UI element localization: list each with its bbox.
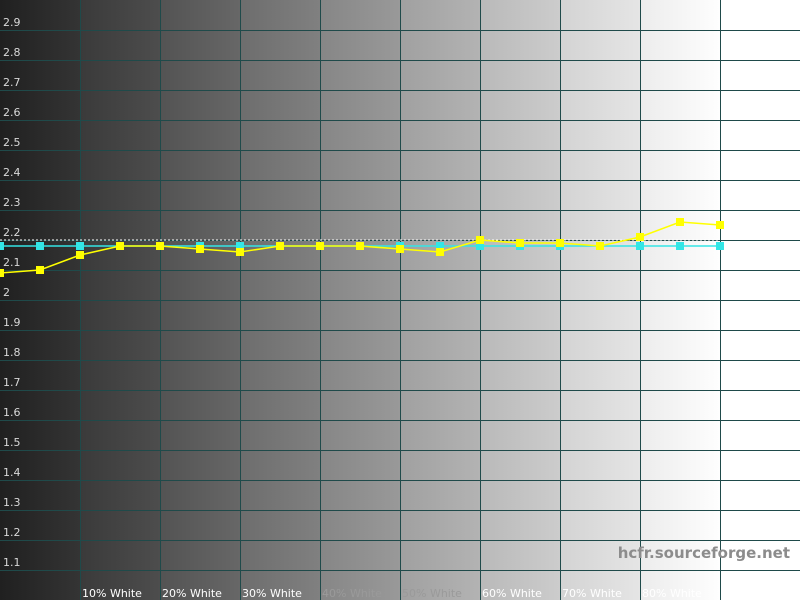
y-tick-label: 2.1 [3, 256, 21, 269]
data-point [436, 248, 444, 256]
y-tick-label: 1.1 [3, 556, 21, 569]
data-point [276, 242, 284, 250]
data-point [116, 242, 124, 250]
data-point [516, 239, 524, 247]
data-point [716, 221, 724, 229]
x-tick-label: 40% White [322, 587, 382, 600]
y-tick-label: 2 [3, 286, 10, 299]
x-tick-label: 10% White [82, 587, 142, 600]
data-point [396, 245, 404, 253]
y-tick-label: 2.4 [3, 166, 21, 179]
gamma-chart: 1.1 1.2 1.3 1.4 1.5 1.6 1.7 1.8 1.9 2 2.1 2.2 2.3 2.4… [0, 0, 800, 600]
x-tick-label: 60% White [482, 587, 542, 600]
data-point [636, 242, 644, 250]
x-tick-label: 80% White [642, 587, 702, 600]
y-tick-label: 1.4 [3, 466, 21, 479]
y-tick-label: 2.7 [3, 76, 21, 89]
data-point [476, 236, 484, 244]
y-tick-label: 1.6 [3, 406, 21, 419]
data-point [196, 245, 204, 253]
y-tick-label: 1.2 [3, 526, 21, 539]
data-point [0, 242, 4, 250]
y-tick-label: 2.6 [3, 106, 21, 119]
data-point [636, 233, 644, 241]
data-point [316, 242, 324, 250]
data-point [556, 239, 564, 247]
x-tick-label: 20% White [162, 587, 222, 600]
data-point [76, 251, 84, 259]
data-point [36, 242, 44, 250]
watermark-text: hcfr.sourceforge.net [618, 544, 790, 562]
data-point [156, 242, 164, 250]
y-tick-label: 1.9 [3, 316, 21, 329]
data-point [676, 218, 684, 226]
y-tick-label: 1.3 [3, 496, 21, 509]
data-point [596, 242, 604, 250]
data-point [236, 248, 244, 256]
y-tick-label: 1.7 [3, 376, 21, 389]
x-tick-label: 90% White [722, 587, 782, 600]
x-tick-label: 30% White [242, 587, 302, 600]
x-tick-label: 50% White [402, 587, 462, 600]
data-point [0, 269, 4, 277]
data-point [36, 266, 44, 274]
y-tick-label: 2.8 [3, 46, 21, 59]
data-point [676, 242, 684, 250]
data-point [76, 242, 84, 250]
y-tick-label: 1.5 [3, 436, 21, 449]
data-point [716, 242, 724, 250]
data-point [356, 242, 364, 250]
y-tick-label: 2.3 [3, 196, 21, 209]
x-axis-ticks: 10% White 20% White 30% White 40% White 50% … [82, 587, 782, 600]
y-tick-label: 2.5 [3, 136, 21, 149]
y-tick-label: 1.8 [3, 346, 21, 359]
y-tick-label: 2.2 [3, 226, 21, 239]
y-tick-label: 2.9 [3, 16, 21, 29]
x-tick-label: 70% White [562, 587, 622, 600]
grid [0, 0, 800, 600]
